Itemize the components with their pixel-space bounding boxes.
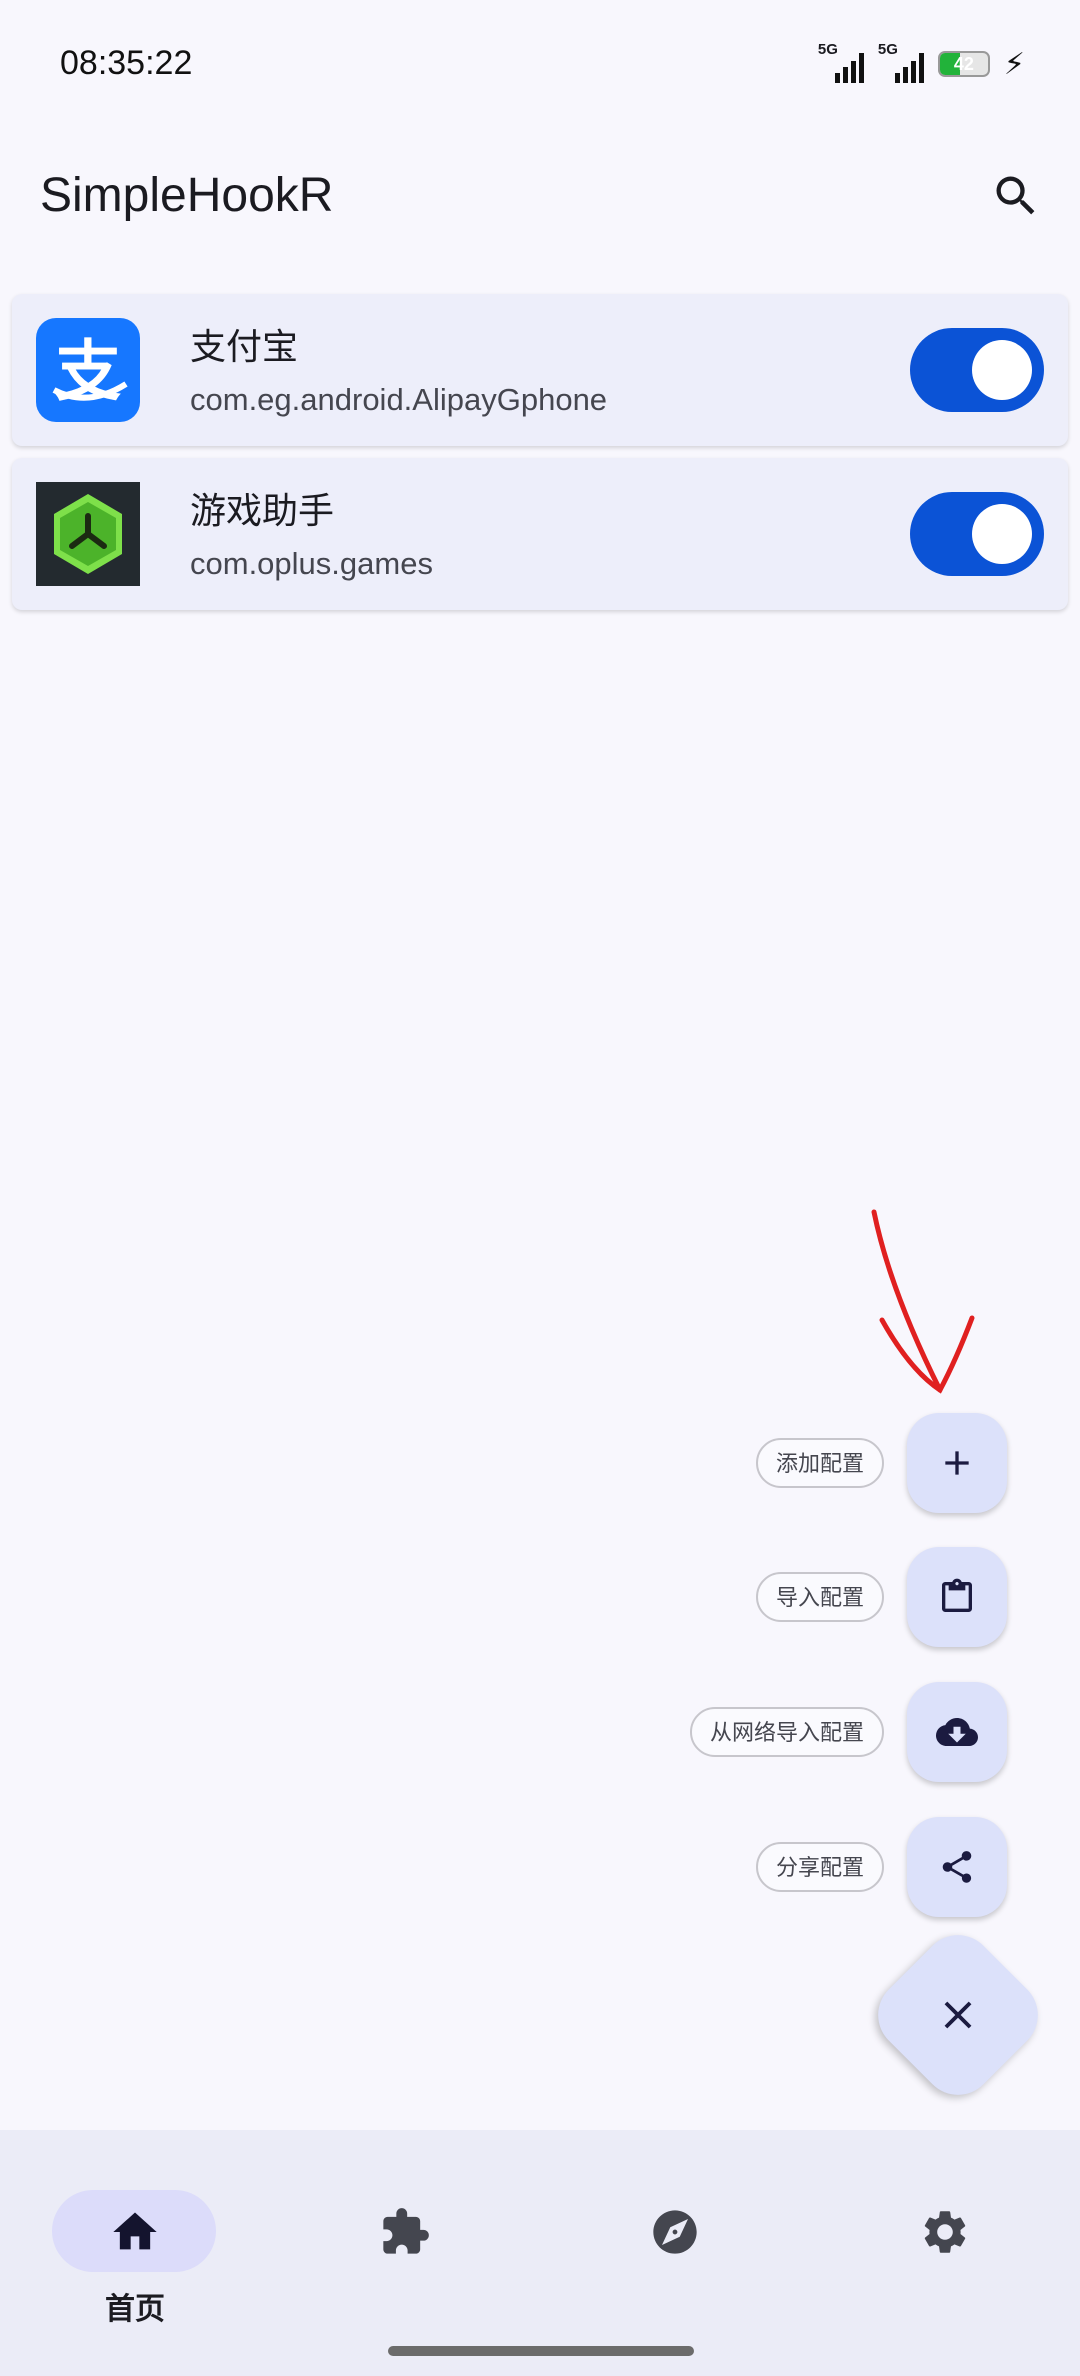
charging-icon: ⚡ (1003, 46, 1025, 82)
share-icon (942, 1851, 972, 1883)
app-list-item[interactable]: 游戏助手 com.oplus.games (12, 458, 1068, 610)
annotation-arrow (871, 1209, 975, 1394)
app-title: SimpleHookR (40, 169, 334, 222)
add-icon (945, 1451, 969, 1475)
nav-label-home: 首页 (105, 2292, 165, 2327)
status-bar: 08:35:22 5G 5G 42 ⚡ (0, 0, 1080, 130)
status-icons: 5G 5G 42 ⚡ (818, 41, 1025, 84)
nav-item-modules[interactable] (270, 2160, 540, 2310)
import-from-network-button[interactable] (907, 1682, 1007, 1782)
enable-toggle[interactable] (910, 492, 1044, 576)
home-indicator[interactable] (388, 2346, 694, 2356)
app-list-item[interactable]: 支 支付宝 com.eg.android.AlipayGphone (12, 294, 1068, 446)
alipay-icon: 支 (36, 318, 140, 422)
settings-icon (924, 2211, 966, 2253)
import-config-button[interactable] (907, 1547, 1007, 1647)
nav-item-explore[interactable] (540, 2160, 810, 2310)
search-button[interactable] (980, 160, 1052, 232)
enable-toggle[interactable] (910, 328, 1044, 412)
signal-icon: 5G (878, 41, 924, 83)
add-config-label[interactable]: 添加配置 (755, 1438, 884, 1488)
clipboard-icon (942, 1578, 972, 1612)
share-config-button[interactable] (907, 1817, 1007, 1917)
battery-icon: 42 (937, 51, 990, 77)
add-config-button[interactable] (907, 1413, 1007, 1513)
games-icon (36, 482, 140, 586)
close-icon (928, 1985, 988, 2045)
nav-item-home[interactable]: 首页 (0, 2160, 270, 2327)
cloud-download-icon (936, 1718, 978, 1746)
signal-icon: 5G (818, 41, 864, 83)
search-icon (996, 176, 1035, 215)
nav-item-settings[interactable] (810, 2160, 1080, 2310)
bottom-navigation: 首页 (0, 2130, 1080, 2376)
import-from-network-label[interactable]: 从网络导入配置 (689, 1707, 884, 1757)
status-time: 08:35:22 (60, 44, 193, 82)
puzzle-icon (383, 2208, 429, 2254)
home-icon (113, 2212, 157, 2250)
share-config-label[interactable]: 分享配置 (755, 1842, 884, 1892)
app-package: com.eg.android.AlipayGphone (190, 382, 608, 417)
compass-icon (653, 2210, 697, 2254)
app-name: 支付宝 (190, 326, 299, 367)
app-name: 游戏助手 (190, 490, 335, 531)
battery-level: 42 (953, 54, 974, 74)
import-config-label[interactable]: 导入配置 (755, 1572, 884, 1622)
app-package: com.oplus.games (190, 546, 433, 581)
